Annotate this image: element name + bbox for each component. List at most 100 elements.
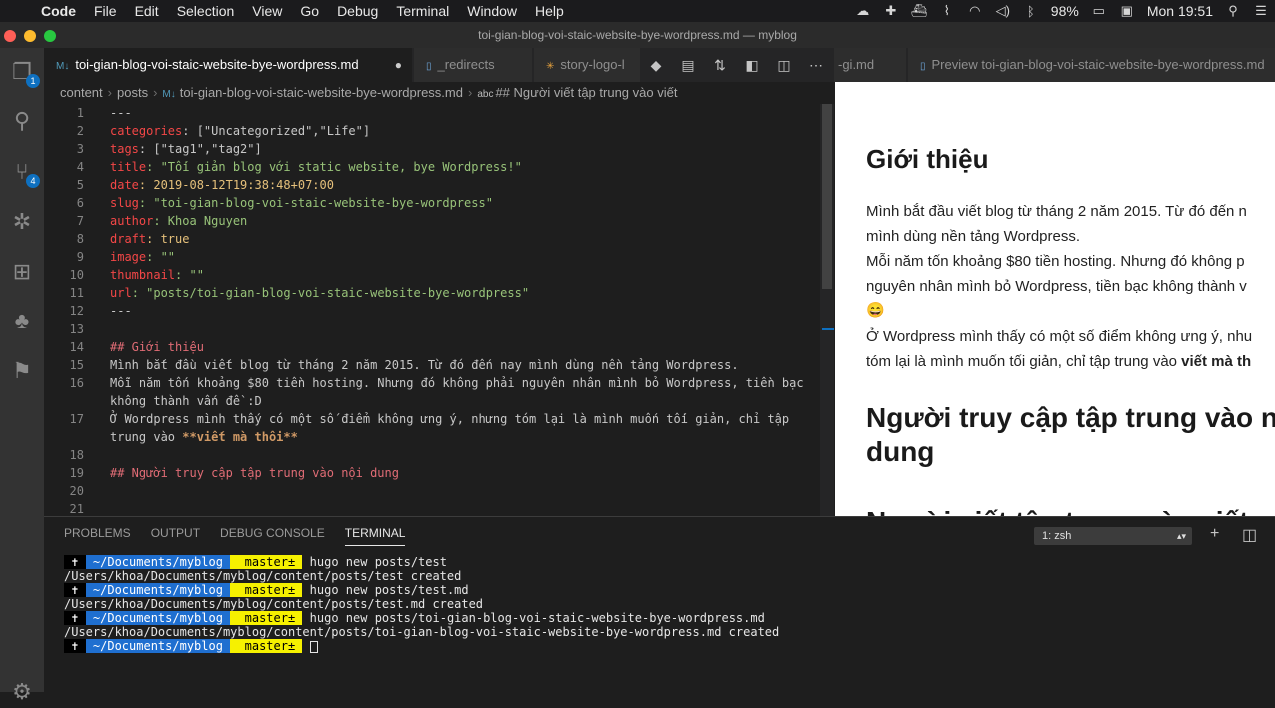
debug-icon[interactable]: ✲ — [6, 206, 38, 238]
editor-line: 12 --- — [69, 304, 132, 318]
breadcrumb: content › posts › M↓ toi-gian-blog-voi-staic-… — [44, 82, 834, 104]
unsaved-dot-icon[interactable]: ● — [395, 48, 402, 82]
menu-selection[interactable]: Selection — [168, 0, 244, 22]
preview-paragraph: Ở Wordpress mình thấy có một số điểm khô… — [866, 328, 1253, 345]
chevron-right-icon: › — [467, 85, 473, 100]
tab-story-logo[interactable]: ✳ story-logo-l — [534, 48, 640, 82]
bookmark-icon[interactable]: ⚑ — [6, 355, 38, 387]
tab-debug-console[interactable]: DEBUG CONSOLE — [220, 526, 325, 546]
editor-line: 1 --- — [76, 106, 132, 120]
notification-center-icon[interactable]: ☰ — [1250, 3, 1272, 19]
tab-label: -gi.md — [838, 57, 875, 72]
breadcrumb-file[interactable]: toi-gian-blog-voi-staic-website-bye-word… — [180, 85, 463, 100]
terminal-output[interactable]: ✝ ~/Documents/myblog master± hugo new po… — [64, 555, 779, 653]
editor-line: 6 slug: "toi-gian-blog-voi-staic-website-… — [76, 196, 493, 210]
split-terminal-icon[interactable]: ◫ — [1242, 525, 1257, 545]
menu-app-name[interactable]: Code — [32, 0, 85, 22]
tab-label: _redirects — [437, 57, 495, 72]
paperclip-icon[interactable]: ⌇ — [936, 3, 958, 19]
tab-preview[interactable]: ▯ Preview toi-gian-blog-voi-staic-website… — [908, 48, 1275, 82]
settings-gear-icon[interactable]: ⚙ — [6, 676, 38, 708]
bluetooth-icon[interactable]: ᛒ — [1020, 4, 1042, 19]
new-terminal-icon[interactable]: + — [1210, 525, 1219, 543]
tab-markdown-file[interactable]: M↓ toi-gian-blog-voi-staic-website-bye-wo… — [44, 48, 412, 82]
menu-debug[interactable]: Debug — [328, 0, 387, 22]
editor-line: 3 tags: ["tag1","tag2"] — [76, 142, 262, 156]
preview-side-icon[interactable]: ◧ — [736, 57, 768, 74]
preview-heading-readers: Người truy cập tập trung vào n — [866, 402, 1275, 433]
editor-line: 17 Ở Wordpress mình thấy có một số điểm k… — [69, 412, 790, 426]
scm-badge: 4 — [26, 174, 40, 188]
editor-actions: ◆ ▤ ⇅ ◧ ◫ ⋯ — [640, 48, 832, 82]
menu-terminal[interactable]: Terminal — [387, 0, 458, 22]
split-editor-icon[interactable]: ◫ — [768, 57, 800, 74]
docker-icon[interactable]: ⛴ — [908, 3, 930, 19]
battery-icon[interactable]: ▭ — [1088, 3, 1110, 19]
tab-problems[interactable]: PROBLEMS — [64, 526, 131, 546]
macos-menu-bar: Code File Edit Selection View Go Debug T… — [0, 0, 1275, 22]
code-editor[interactable]: 1 --- 2 categories: ["Uncategorized","Life… — [44, 104, 834, 516]
tab-label: Preview toi-gian-blog-voi-staic-website-… — [931, 57, 1265, 72]
editor-line: 7 author: Khoa Nguyen — [76, 214, 248, 228]
extensions-icon[interactable]: ⊞ — [6, 256, 38, 288]
source-control-icon[interactable]: ⑂ 4 — [6, 156, 40, 188]
tab-redirects[interactable]: ▯ _redirects — [414, 48, 532, 82]
terminal-prompt-line: ✝ ~/Documents/myblog master± — [64, 639, 779, 653]
battery-percent[interactable]: 98% — [1045, 3, 1085, 19]
bottom-panel: PROBLEMS OUTPUT DEBUG CONSOLE TERMINAL 1… — [44, 516, 1275, 692]
menu-go[interactable]: Go — [291, 0, 328, 22]
preview-heading-readers-cont: dung — [866, 436, 935, 467]
chevron-right-icon: › — [107, 85, 112, 100]
editor-line: 14 ## Giới thiệu — [69, 340, 204, 354]
spotlight-search-icon[interactable]: ⚲ — [1222, 3, 1244, 19]
preview-paragraph: nguyên nhân mình bỏ Wordpress, tiền bạc … — [866, 278, 1247, 295]
menu-clock[interactable]: Mon 19:51 — [1141, 3, 1219, 19]
scrollbar-thumb[interactable] — [822, 104, 832, 289]
breadcrumb-content[interactable]: content — [60, 85, 103, 100]
terminal-line: /Users/khoa/Documents/myblog/content/pos… — [64, 569, 462, 583]
terminal-select[interactable]: 1: zsh ▴▾ — [1034, 527, 1192, 545]
open-preview-icon[interactable]: ▤ — [672, 57, 704, 74]
editor-tab-bar: M↓ toi-gian-blog-voi-staic-website-bye-wo… — [44, 48, 1275, 82]
tab-gi-md[interactable]: -gi.md — [834, 48, 906, 82]
more-actions-icon[interactable]: ⋯ — [800, 57, 832, 74]
editor-line: 2 categories: ["Uncategorized","Life"] — [76, 124, 371, 138]
preview-paragraph: Mỗi năm tốn khoảng $80 tiền hosting. Như… — [866, 253, 1245, 270]
editor-line: 16 Mỗi năm tốn khoảng $80 tiền hosting. N… — [69, 376, 804, 390]
menu-window[interactable]: Window — [458, 0, 526, 22]
markdown-preview[interactable]: Giới thiệu Mình bắt đầu viết blog từ thá… — [835, 82, 1275, 516]
preview-paragraph: tóm lại là mình muốn tối giản, chỉ tập t… — [866, 353, 1252, 370]
terminal-cursor — [309, 640, 318, 653]
terminal-line: /Users/khoa/Documents/myblog/content/pos… — [64, 625, 780, 639]
menu-view[interactable]: View — [243, 0, 291, 22]
preview-paragraph: mình dùng nền tảng Wordpress. — [866, 228, 1081, 245]
input-source-icon[interactable]: ▣ — [1116, 3, 1138, 19]
plus-cross-icon[interactable]: ✚ — [880, 3, 902, 19]
editor-line: 20 — [69, 484, 84, 498]
breadcrumb-symbol[interactable]: ## Người viết tập trung vào viết — [495, 85, 677, 100]
editor-line: 13 — [69, 322, 84, 336]
explorer-icon[interactable]: ❐ 1 — [6, 56, 40, 88]
terminal-line: ✝ ~/Documents/myblog master± hugo new po… — [64, 583, 469, 597]
search-icon[interactable]: ⚲ — [6, 105, 38, 137]
menu-help[interactable]: Help — [526, 0, 573, 22]
breadcrumb-posts[interactable]: posts — [117, 85, 148, 100]
select-arrows-icon: ▴▾ — [1176, 531, 1186, 541]
editor-line: 9 image: "" — [76, 250, 176, 264]
menu-edit[interactable]: Edit — [126, 0, 168, 22]
editor-scrollbar[interactable] — [820, 104, 834, 516]
tab-terminal[interactable]: TERMINAL — [344, 526, 406, 546]
volume-icon[interactable]: ◁) — [992, 3, 1014, 19]
cloud-icon[interactable]: ☁ — [852, 3, 874, 19]
panel-tabs: PROBLEMS OUTPUT DEBUG CONSOLE TERMINAL — [64, 526, 425, 546]
chevron-right-icon: › — [153, 85, 158, 100]
tree-icon[interactable]: ♣ — [6, 305, 38, 337]
file-icon: ▯ — [426, 61, 432, 72]
git-compare-icon[interactable]: ◆ — [640, 57, 672, 74]
wifi-icon[interactable]: ◠ — [964, 3, 986, 19]
markdown-file-icon: M↓ — [56, 61, 70, 72]
preview-paragraph: Mình bắt đầu viết blog từ tháng 2 năm 20… — [866, 203, 1247, 220]
open-changes-icon[interactable]: ⇅ — [704, 57, 736, 74]
menu-file[interactable]: File — [85, 0, 126, 22]
tab-output[interactable]: OUTPUT — [151, 526, 200, 546]
